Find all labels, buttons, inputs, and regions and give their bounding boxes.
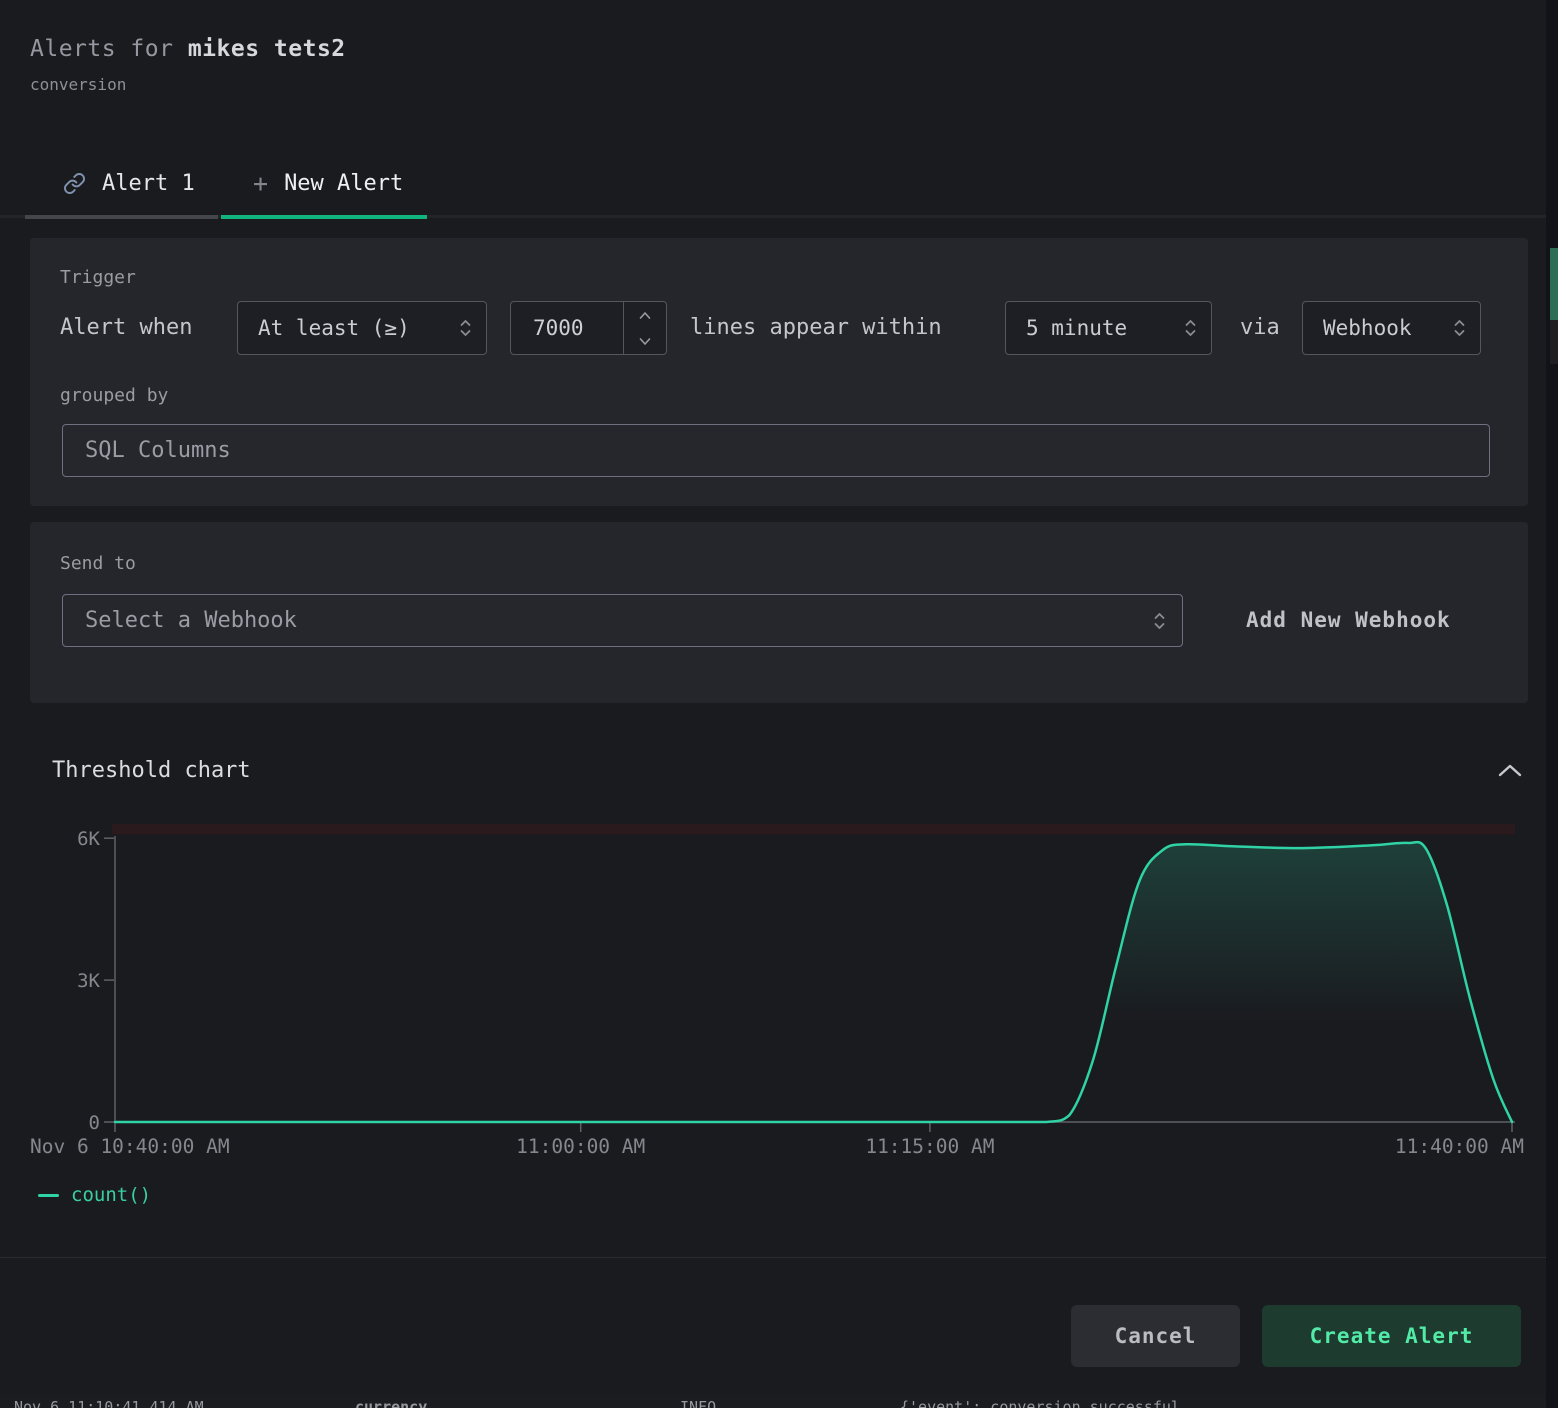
threshold-input-group: [510, 301, 667, 355]
page-title: Alerts for mikes tets2: [30, 36, 346, 62]
window-select[interactable]: 5 minute: [1005, 301, 1212, 355]
webhook-select-placeholder: Select a Webhook: [85, 608, 297, 633]
spinner-down-button[interactable]: [624, 328, 665, 354]
threshold-chart-svg: 0 3K 6K Nov 6 10:40:00 AM 11:00:00 AM 11:15:0…: [0, 790, 1546, 1170]
channel-value: Webhook: [1323, 316, 1412, 340]
legend-line-swatch: [38, 1194, 59, 1197]
alert-modal: Alerts for mikes tets2 conversion Alert …: [0, 0, 1546, 1408]
trigger-section-label: Trigger: [60, 267, 136, 288]
threshold-spinner: [623, 302, 665, 354]
chevron-updown-icon: [1453, 316, 1466, 340]
link-icon: [63, 172, 86, 195]
lines-appear-text: lines appear within: [690, 301, 942, 355]
add-new-webhook-button[interactable]: Add New Webhook: [1246, 594, 1451, 647]
log-service: currency: [355, 1398, 427, 1408]
x-tick-label: 11:15:00 AM: [865, 1135, 994, 1158]
trigger-card: Trigger Alert when At least (≥) lines ap: [30, 238, 1528, 506]
alert-when-text: Alert when: [60, 301, 192, 355]
chevron-updown-icon: [1184, 316, 1197, 340]
page-title-prefix: Alerts for: [30, 36, 188, 62]
plus-icon: +: [253, 169, 268, 198]
webhook-select[interactable]: Select a Webhook: [62, 594, 1183, 647]
page-title-name: mikes tets2: [188, 36, 346, 62]
cancel-button[interactable]: Cancel: [1071, 1305, 1240, 1367]
send-to-card: Send to Select a Webhook Add New Webhook: [30, 522, 1528, 703]
log-message: {'event': conversion successful: [900, 1398, 1180, 1408]
create-alert-button[interactable]: Create Alert: [1262, 1305, 1521, 1367]
background-log-row: Nov 6 11:10:41.414 AM currency INFO {'ev…: [0, 1394, 1546, 1408]
x-tick-label: 11:40:00 AM: [1395, 1135, 1524, 1158]
channel-select[interactable]: Webhook: [1302, 301, 1481, 355]
chevron-updown-icon: [459, 316, 472, 340]
x-tick-label: Nov 6 10:40:00 AM: [30, 1135, 230, 1158]
window-value: 5 minute: [1026, 316, 1127, 340]
tab-new-alert-active-underline: [221, 215, 427, 219]
spinner-up-button[interactable]: [624, 302, 665, 328]
y-tick-label: 6K: [77, 828, 100, 850]
tab-alert-1-underline: [25, 215, 218, 219]
chevron-up-icon: [1490, 761, 1530, 779]
tab-new-alert-label: New Alert: [284, 171, 403, 196]
log-level: INFO: [680, 1398, 716, 1408]
threshold-input[interactable]: [511, 302, 623, 354]
chart-legend: count(): [38, 1184, 151, 1206]
legend-label: count(): [71, 1184, 151, 1206]
footer-divider: [0, 1257, 1546, 1258]
tab-alert-1[interactable]: Alert 1: [25, 152, 218, 215]
page-edge-strip: [1546, 0, 1558, 1408]
collapse-chart-button[interactable]: [1490, 754, 1530, 786]
page-edge-green-segment: [1550, 248, 1558, 320]
page-subtitle: conversion: [30, 75, 126, 94]
chevron-updown-icon: [1153, 609, 1166, 633]
grouped-by-label: grouped by: [60, 385, 168, 406]
page-edge-dark-segment: [1550, 320, 1558, 364]
x-tick-label: 11:00:00 AM: [516, 1135, 645, 1158]
y-tick-label: 0: [89, 1112, 100, 1134]
comparator-select[interactable]: At least (≥): [237, 301, 487, 355]
via-text: via: [1240, 301, 1280, 355]
y-tick-label: 3K: [77, 970, 100, 992]
threshold-chart-title: Threshold chart: [52, 758, 251, 783]
group-by-input[interactable]: [62, 424, 1490, 477]
send-to-label: Send to: [60, 553, 136, 574]
tab-alert-1-label: Alert 1: [102, 171, 195, 196]
threshold-band: [112, 824, 1515, 834]
tab-new-alert[interactable]: + New Alert: [221, 152, 427, 215]
chart-generated: 0 3K 6K Nov 6 10:40:00 AM 11:00:00 AM 11:15:0…: [30, 824, 1524, 1158]
series-area-fill: [115, 842, 1512, 1122]
comparator-value: At least (≥): [258, 316, 410, 340]
log-timestamp: Nov 6 11:10:41.414 AM: [14, 1398, 204, 1408]
